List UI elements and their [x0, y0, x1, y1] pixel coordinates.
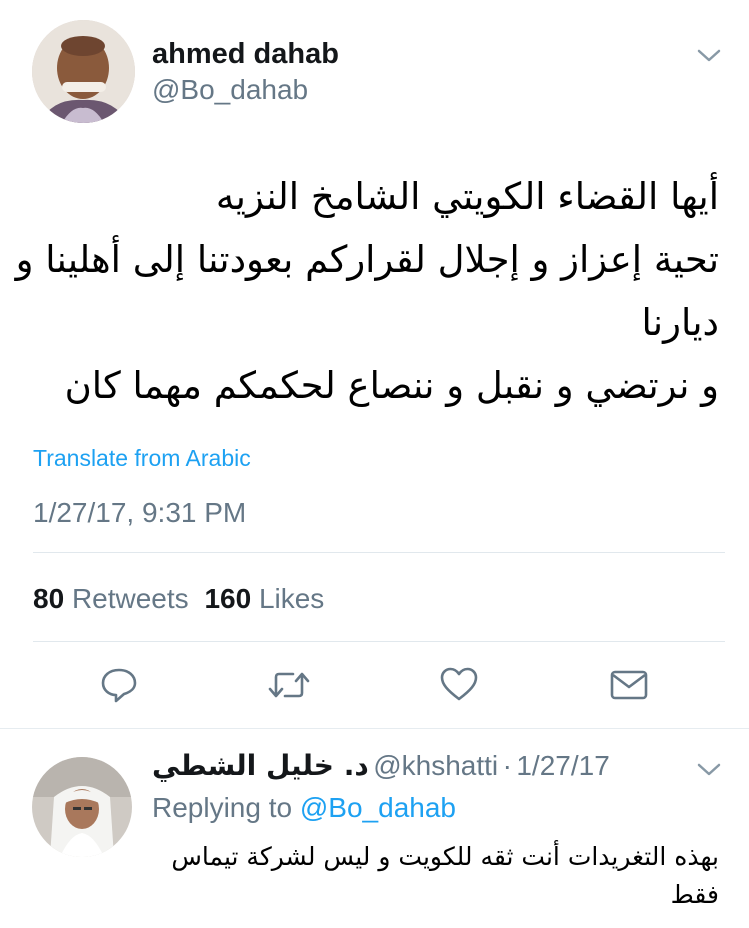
tweet-text-line: أيها القضاء الكويتي الشامخ النزيه — [215, 175, 719, 218]
tweet-stats: 80 Retweets 160 Likes — [33, 583, 324, 615]
retweet-button[interactable] — [267, 663, 311, 707]
reply-date: 1/27/17 — [516, 750, 610, 781]
divider — [33, 641, 725, 642]
likes-count[interactable]: 160 — [204, 583, 251, 614]
meta-separator: · — [502, 750, 512, 781]
retweet-icon — [268, 672, 310, 698]
like-button[interactable] — [437, 663, 481, 707]
reply-author-name[interactable]: د. خليل الشطي — [152, 749, 369, 782]
envelope-icon — [610, 670, 648, 700]
replying-to: Replying to @Bo_dahab — [152, 792, 456, 824]
retweets-count[interactable]: 80 — [33, 583, 64, 614]
tweet-text-line: ديارنا — [641, 301, 720, 344]
tweet-timestamp: 1/27/17, 9:31 PM — [33, 497, 247, 528]
divider — [33, 552, 725, 553]
tweet-text-line: و نرتضي و نقبل و ننصاع لحكمكم مهما كان — [64, 364, 719, 407]
divider — [0, 728, 749, 729]
tweet-text: أيها القضاء الكويتي الشامخ النزيه تحية إ… — [15, 165, 720, 417]
reply-author-handle[interactable]: @khshatti — [373, 750, 498, 781]
reply-text-line: فقط — [670, 880, 719, 909]
comment-icon — [101, 668, 137, 703]
reply-text-line: بهذه التغريدات أنت ثقه للكويت و ليس لشرك… — [171, 842, 719, 871]
reply-header: د. خليل الشطي @khshatti · 1/27/17 — [152, 749, 610, 782]
author-name[interactable]: ahmed dahab — [152, 38, 339, 71]
chevron-down-icon[interactable] — [694, 44, 724, 66]
translate-link[interactable]: Translate from Arabic — [33, 445, 251, 472]
reply-button[interactable] — [97, 663, 141, 707]
heart-icon — [440, 667, 478, 701]
retweets-label[interactable]: Retweets — [72, 583, 189, 614]
likes-label[interactable]: Likes — [259, 583, 324, 614]
reply-author-avatar[interactable] — [32, 757, 132, 857]
replying-prefix: Replying to — [152, 792, 293, 823]
reply-text: بهذه التغريدات أنت ثقه للكويت و ليس لشرك… — [159, 838, 719, 914]
reply-author-avatar-image — [32, 757, 132, 857]
direct-message-button[interactable] — [607, 663, 651, 707]
author-avatar-image — [32, 20, 135, 123]
author-avatar[interactable] — [32, 20, 135, 123]
tweet-text-line: تحية إعزاز و إجلال لقراركم بعودتنا إلى أ… — [15, 238, 719, 281]
author-handle[interactable]: @Bo_dahab — [152, 74, 308, 106]
replying-handle-link[interactable]: @Bo_dahab — [300, 792, 456, 823]
chevron-down-icon[interactable] — [694, 758, 724, 780]
